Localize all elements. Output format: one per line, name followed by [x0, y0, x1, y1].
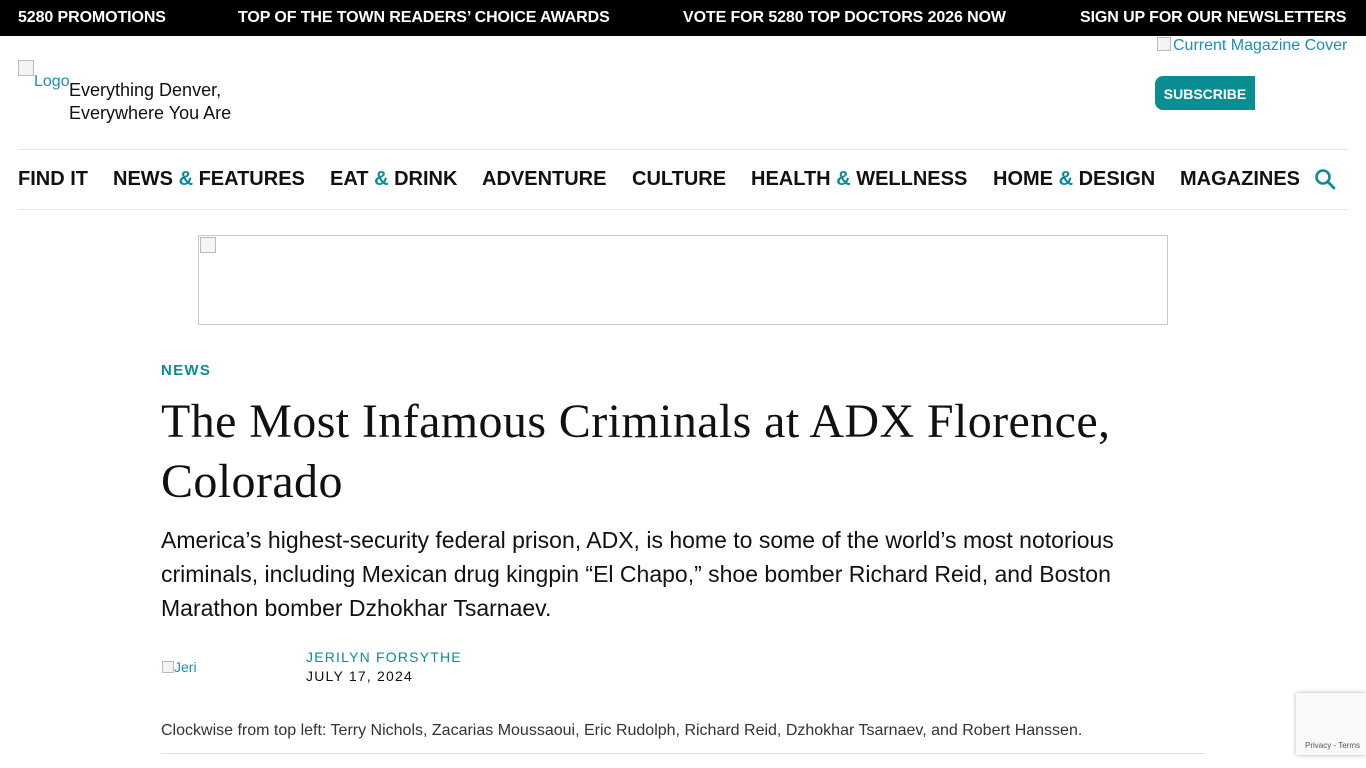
main-nav: FIND IT NEWS & FEATURES EAT & DRINK ADVE… — [18, 149, 1348, 210]
author-avatar: Jeri — [162, 659, 206, 675]
nav-ampersand: & — [836, 168, 851, 190]
nav-item-find-it[interactable]: FIND IT — [18, 150, 88, 209]
search-icon[interactable] — [1314, 168, 1336, 190]
promo-link-top-of-the-town[interactable]: TOP OF THE TOWN READERS’ CHOICE AWARDS — [238, 0, 610, 36]
recaptcha-badge[interactable]: Privacy - Terms — [1296, 693, 1366, 755]
nav-label: NEWS — [113, 168, 179, 190]
author-link[interactable]: JERILYN FORSYTHE — [306, 649, 462, 665]
recaptcha-privacy-link[interactable]: Privacy — [1305, 741, 1331, 750]
promo-link-newsletters[interactable]: SIGN UP FOR OUR NEWSLETTERS — [1080, 0, 1346, 36]
tagline-line-1: Everything Denver, — [69, 80, 222, 100]
divider — [161, 753, 1205, 754]
publish-date: JULY 17, 2024 — [306, 668, 413, 684]
nav-item-news-features[interactable]: NEWS & FEATURES — [113, 150, 305, 209]
nav-label: DESIGN — [1073, 168, 1156, 190]
nav-label: MAGAZINES — [1180, 168, 1300, 190]
subscribe-button[interactable]: SUBSCRIBE — [1155, 76, 1255, 110]
nav-label: CULTURE — [632, 168, 727, 190]
site-tagline: Everything Denver, Everywhere You Are — [69, 79, 231, 125]
promo-bar: 5280 PROMOTIONS TOP OF THE TOWN READERS’… — [0, 0, 1366, 36]
nav-label: DRINK — [388, 168, 458, 190]
logo-alt-text: Logo — [34, 73, 70, 90]
nav-item-adventure[interactable]: ADVENTURE — [482, 150, 606, 209]
nav-label: FIND IT — [18, 168, 88, 190]
nav-label: HEALTH — [751, 168, 837, 190]
nav-label: FEATURES — [193, 168, 305, 190]
article-dek: America’s highest-security federal priso… — [161, 527, 1114, 621]
broken-image-icon — [200, 237, 216, 253]
nav-ampersand: & — [178, 168, 194, 190]
broken-image-icon — [18, 60, 34, 76]
current-magazine-cover[interactable]: Current Magazine Cover — [1157, 37, 1347, 55]
promo-link-top-doctors[interactable]: VOTE FOR 5280 TOP DOCTORS 2026 NOW — [683, 0, 1006, 36]
nav-label: ADVENTURE — [482, 168, 607, 190]
author-avatar-alt: Jeri — [174, 659, 197, 675]
recaptcha-terms-link[interactable]: Terms — [1338, 741, 1360, 750]
nav-label: HOME — [993, 168, 1059, 190]
nav-item-health-wellness[interactable]: HEALTH & WELLNESS — [751, 150, 967, 209]
nav-item-culture[interactable]: CULTURE — [632, 150, 726, 209]
article-headline: The Most Infamous Criminals at ADX Flore… — [161, 395, 1111, 508]
nav-label: WELLNESS — [850, 168, 968, 190]
image-caption: Clockwise from top left: Terry Nichols, … — [161, 722, 1083, 739]
nav-item-magazines[interactable]: MAGAZINES — [1180, 150, 1300, 209]
article-category[interactable]: NEWS — [161, 362, 211, 379]
broken-image-icon — [162, 661, 174, 673]
nav-item-home-design[interactable]: HOME & DESIGN — [993, 150, 1155, 209]
nav-ampersand: & — [374, 168, 389, 190]
tagline-line-2: Everywhere You Are — [69, 103, 232, 123]
site-logo[interactable]: Logo — [18, 60, 70, 96]
promo-link-promotions[interactable]: 5280 PROMOTIONS — [18, 0, 166, 36]
nav-label: EAT — [330, 168, 375, 190]
broken-image-icon — [1157, 37, 1171, 51]
nav-ampersand: & — [1058, 168, 1074, 190]
site-header: Logo Everything Denver, Everywhere You A… — [0, 36, 1366, 149]
nav-item-eat-drink[interactable]: EAT & DRINK — [330, 150, 457, 209]
cover-alt-text: Current Magazine Cover — [1173, 37, 1348, 54]
recaptcha-links: Privacy - Terms — [1305, 741, 1360, 750]
ad-banner[interactable] — [198, 235, 1168, 325]
